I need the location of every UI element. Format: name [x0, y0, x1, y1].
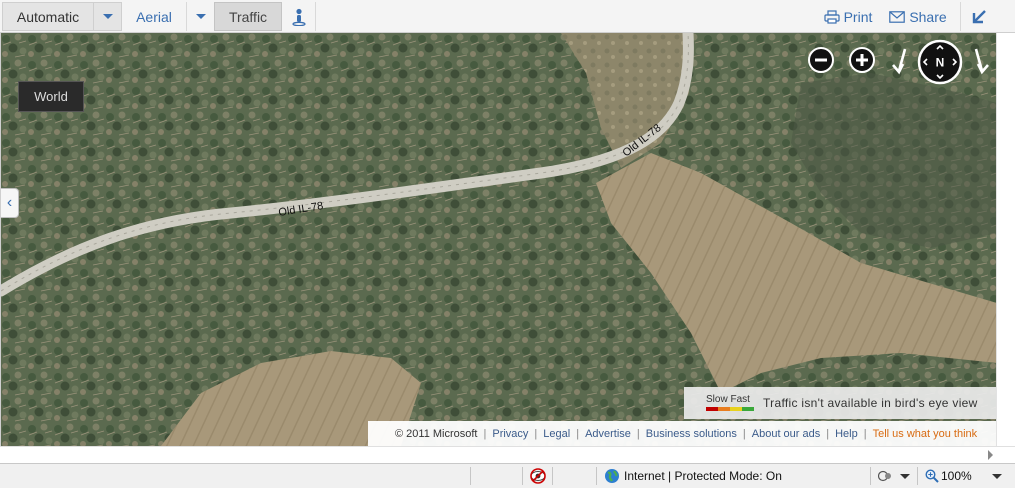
rotate-arrow-icon [974, 48, 989, 75]
accessibility-settings-button[interactable] [878, 464, 910, 488]
browser-status-bar: Internet | Protected Mode: On 100% [0, 463, 1015, 488]
legend-swatch-orange [718, 407, 730, 411]
zoom-in-button[interactable] [848, 46, 876, 74]
compass-icon: N [917, 39, 963, 85]
legend-swatch-green [742, 407, 754, 411]
security-zone[interactable]: Internet | Protected Mode: On [604, 464, 782, 488]
map-footer: © 2011 Microsoft | Privacy | Legal | Advert… [368, 421, 996, 446]
cycle-icon [878, 470, 891, 482]
caret-down-icon [900, 473, 910, 479]
vertical-scrollbar[interactable] [996, 33, 1015, 446]
privacy-eye-icon [530, 468, 546, 484]
aerial-view-button[interactable]: Aerial [122, 2, 186, 31]
compass-control[interactable]: N [917, 39, 963, 85]
collapse-button[interactable] [960, 2, 996, 31]
automatic-dropdown-button[interactable] [94, 2, 122, 31]
rotate-left-button[interactable] [887, 47, 915, 75]
chevron-left-icon: ‹ [6, 194, 13, 211]
print-button[interactable]: Print [815, 2, 881, 31]
magnifier-icon [925, 469, 939, 483]
printer-icon [823, 9, 840, 24]
automatic-label: Automatic [16, 8, 80, 25]
person-icon [291, 8, 306, 26]
caret-down-icon [991, 473, 1002, 479]
globe-icon [605, 469, 619, 483]
plus-icon [849, 47, 875, 73]
privacy-report-button[interactable] [530, 464, 546, 488]
share-label: Share [909, 8, 947, 25]
advertise-link[interactable]: Advertise [585, 428, 631, 440]
horizontal-scrollbar[interactable] [0, 446, 1015, 463]
zoom-level-label: 100% [941, 469, 972, 483]
map-canvas[interactable]: Old IL-78 Old IL-78 World ‹ N [0, 33, 996, 446]
envelope-icon [889, 10, 906, 23]
traffic-label: Traffic [228, 8, 268, 25]
minus-icon [808, 47, 834, 73]
aerial-imagery: Old IL-78 Old IL-78 [1, 33, 996, 446]
slow-label: Slow [706, 394, 728, 405]
fast-label: Fast [730, 394, 750, 405]
legal-link[interactable]: Legal [543, 428, 570, 440]
about-our-ads-link[interactable]: About our ads [752, 428, 821, 440]
caret-down-icon [102, 14, 113, 19]
help-link[interactable]: Help [835, 428, 858, 440]
print-label: Print [843, 8, 873, 25]
zoom-level-control[interactable]: 100% [925, 464, 1002, 488]
expand-panel-button[interactable]: ‹ [1, 188, 19, 218]
security-zone-label: Internet | Protected Mode: On [624, 469, 782, 483]
share-button[interactable]: Share [888, 2, 948, 31]
feedback-link[interactable]: Tell us what you think [873, 428, 978, 440]
automatic-view-button[interactable]: Automatic [2, 2, 94, 31]
streetside-person-button[interactable] [282, 2, 316, 31]
world-button[interactable]: World [18, 81, 84, 112]
aerial-label: Aerial [136, 8, 172, 25]
copyright-text: © 2011 Microsoft [395, 427, 478, 440]
privacy-link[interactable]: Privacy [492, 428, 528, 440]
zoom-out-button[interactable] [807, 46, 835, 74]
legend-swatch-yellow [730, 407, 742, 411]
aerial-dropdown-button[interactable] [186, 2, 214, 31]
legend-swatch-red [706, 407, 718, 411]
traffic-button[interactable]: Traffic [214, 2, 282, 31]
world-label: World [34, 89, 68, 104]
traffic-speed-labels: Slow Fast [706, 394, 750, 405]
scroll-right-arrow-icon[interactable] [988, 450, 993, 460]
caret-down-icon [195, 14, 206, 19]
rotate-right-button[interactable] [966, 47, 994, 75]
rotate-arrow-icon [892, 48, 907, 75]
collapse-arrow-icon [972, 9, 986, 23]
compass-north-label: N [936, 56, 945, 70]
traffic-color-bar [706, 407, 754, 411]
map-toolbar: Automatic Aerial Traffic Print Share [0, 0, 1015, 33]
traffic-unavailable-message: Traffic isn't available in bird's eye vi… [763, 396, 978, 410]
business-solutions-link[interactable]: Business solutions [646, 428, 737, 440]
